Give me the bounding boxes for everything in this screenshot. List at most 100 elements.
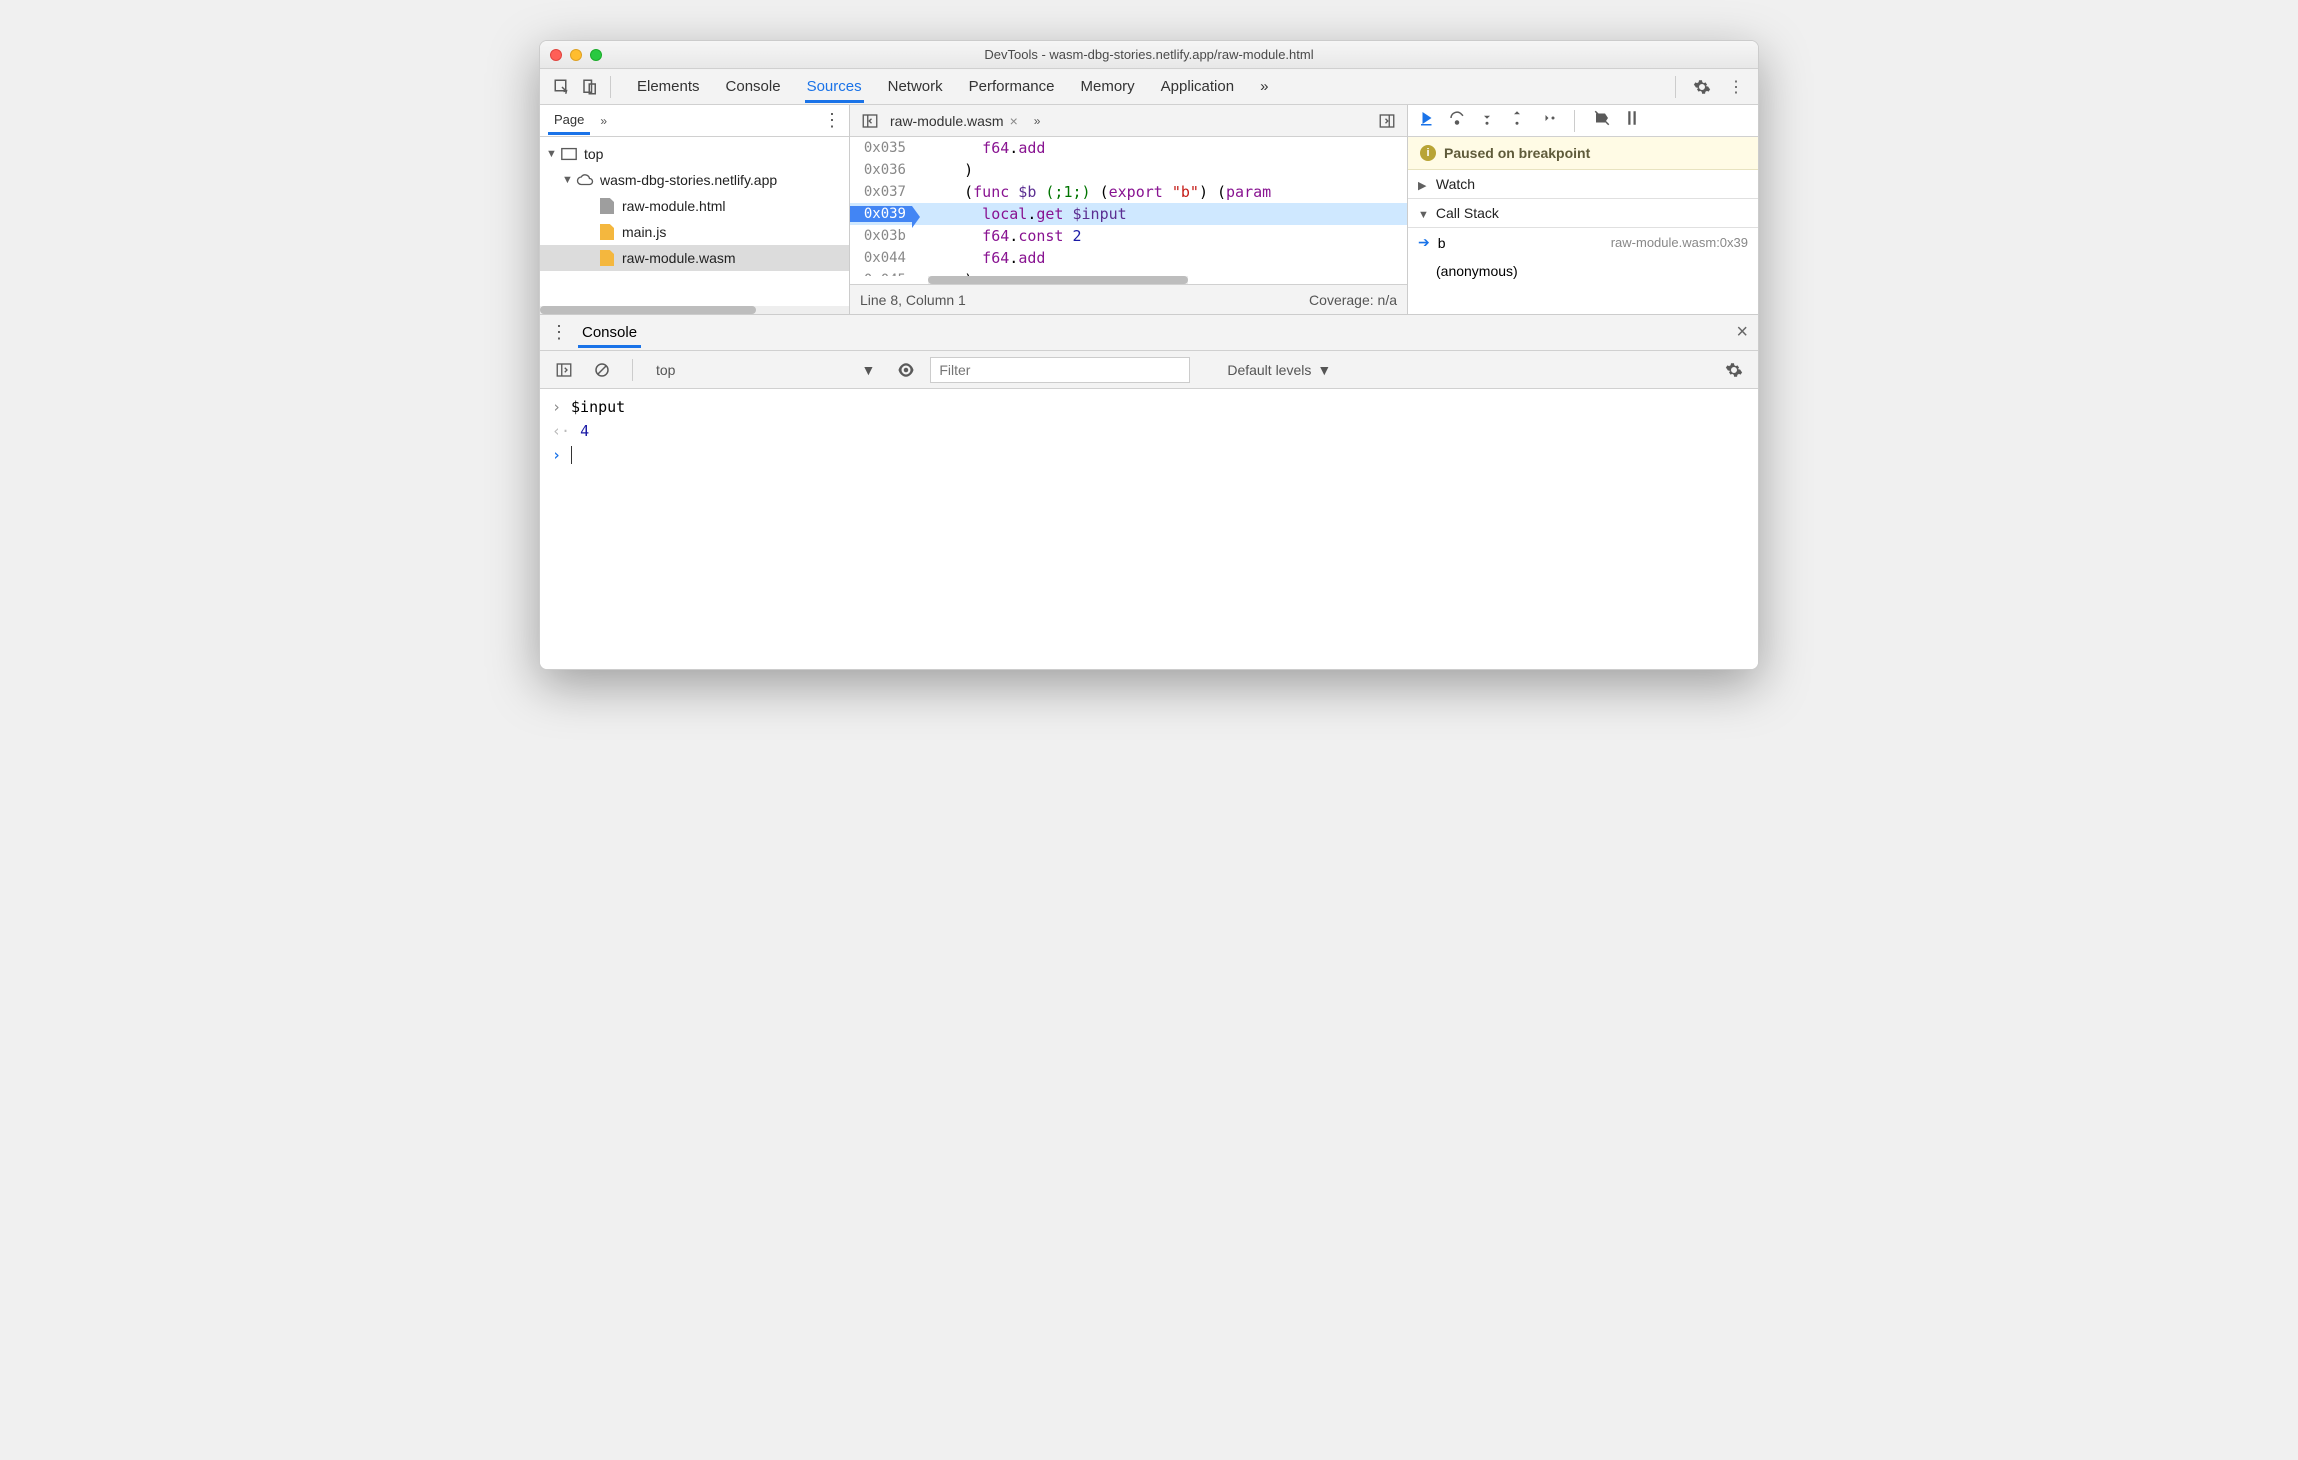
sources-panel: Page » ⋮ ▼ top ▼ wasm-dbg-stories.netlif… — [540, 105, 1758, 315]
tab-application[interactable]: Application — [1159, 70, 1236, 103]
step-icon[interactable] — [1538, 109, 1556, 132]
tab-console[interactable]: Console — [724, 70, 783, 103]
tab-performance[interactable]: Performance — [967, 70, 1057, 103]
tree-file[interactable]: main.js — [540, 219, 849, 245]
debugger-sidebar: i Paused on breakpoint ▶ Watch ▼ Call St… — [1408, 105, 1758, 314]
console-row: › $input — [540, 395, 1758, 419]
console-output[interactable]: › $input ‹· 4 › — [540, 389, 1758, 669]
window-title: DevTools - wasm-dbg-stories.netlify.app/… — [540, 47, 1758, 62]
file-icon — [598, 249, 616, 267]
filter-input[interactable] — [930, 357, 1190, 383]
gutter-address[interactable]: 0x03b — [850, 228, 912, 244]
code-text: ) — [912, 271, 973, 276]
tree-label: top — [584, 146, 603, 162]
gutter-address[interactable]: 0x045 — [850, 272, 912, 276]
input-marker-icon: › — [552, 398, 561, 416]
log-levels-selector[interactable]: Default levels ▼ — [1220, 358, 1338, 382]
tree-file[interactable]: raw-module.wasm — [540, 245, 849, 271]
file-tree: ▼ top ▼ wasm-dbg-stories.netlify.app raw… — [540, 137, 849, 306]
gutter-address[interactable]: 0x036 — [850, 162, 912, 178]
scrollbar[interactable] — [540, 306, 849, 314]
code-line[interactable]: 0x036 ) — [850, 159, 1407, 181]
settings-icon[interactable] — [1688, 73, 1716, 101]
step-out-icon[interactable] — [1508, 109, 1526, 132]
editor-overflow-icon[interactable]: » — [1034, 114, 1041, 128]
device-toggle-icon[interactable] — [576, 73, 604, 101]
frame-location: raw-module.wasm:0x39 — [1611, 235, 1748, 250]
watch-section[interactable]: ▶ Watch — [1408, 170, 1758, 199]
section-label: Call Stack — [1436, 205, 1499, 221]
console-sidebar-icon[interactable] — [550, 356, 578, 384]
code-text: f64.const 2 — [912, 227, 1082, 245]
tab-elements[interactable]: Elements — [635, 70, 702, 103]
cloud-icon — [576, 171, 594, 189]
divider — [610, 76, 611, 98]
console-settings-icon[interactable] — [1720, 356, 1748, 384]
callstack-frame[interactable]: (anonymous) — [1408, 257, 1758, 285]
tab-network[interactable]: Network — [886, 70, 945, 103]
toggle-navigator-icon[interactable] — [856, 107, 884, 135]
gutter-address[interactable]: 0x037 — [850, 184, 912, 200]
navigator-tabs: Page » ⋮ — [540, 105, 849, 137]
drawer-tab-console[interactable]: Console — [578, 317, 641, 348]
editor-tabbar: raw-module.wasm × » — [850, 105, 1407, 137]
prompt-marker-icon: › — [552, 446, 561, 464]
close-window-icon[interactable] — [550, 49, 562, 61]
minimize-window-icon[interactable] — [570, 49, 582, 61]
tabs-overflow-icon[interactable]: » — [1258, 70, 1270, 103]
code-line[interactable]: 0x03b f64.const 2 — [850, 225, 1407, 247]
inspect-element-icon[interactable] — [548, 73, 576, 101]
main-toolbar: Elements Console Sources Network Perform… — [540, 69, 1758, 105]
pause-exceptions-icon[interactable] — [1623, 109, 1641, 132]
code-editor[interactable]: 0x035 f64.add0x036 )0x037 (func $b (;1;)… — [850, 137, 1407, 276]
code-text: local.get $input — [912, 205, 1127, 223]
console-drawer: ⋮ Console × top ▼ Default levels ▼ › $in… — [540, 315, 1758, 669]
titlebar: DevTools - wasm-dbg-stories.netlify.app/… — [540, 41, 1758, 69]
paused-message: Paused on breakpoint — [1444, 145, 1590, 161]
clear-console-icon[interactable] — [588, 356, 616, 384]
navigator-overflow-icon[interactable]: » — [600, 114, 607, 128]
tab-sources[interactable]: Sources — [805, 70, 864, 103]
console-text: 4 — [580, 422, 589, 440]
cursor — [571, 446, 572, 464]
kebab-menu-icon[interactable]: ⋮ — [1722, 73, 1750, 101]
editor-tab[interactable]: raw-module.wasm × — [884, 113, 1024, 129]
navigator-tab-page[interactable]: Page — [548, 106, 590, 135]
live-expression-icon[interactable] — [892, 356, 920, 384]
zoom-window-icon[interactable] — [590, 49, 602, 61]
info-icon: i — [1420, 145, 1436, 161]
gutter-address[interactable]: 0x035 — [850, 140, 912, 156]
step-over-icon[interactable] — [1448, 109, 1466, 132]
resume-icon[interactable] — [1418, 109, 1436, 132]
context-label: top — [656, 362, 675, 378]
drawer-more-icon[interactable]: ⋮ — [550, 322, 568, 343]
gutter-address[interactable]: 0x039 — [850, 206, 912, 222]
toggle-debugger-icon[interactable] — [1373, 107, 1401, 135]
editor-status: Line 8, Column 1 Coverage: n/a — [850, 284, 1407, 314]
close-drawer-icon[interactable]: × — [1736, 321, 1748, 344]
tree-root[interactable]: ▼ top — [540, 141, 849, 167]
code-line[interactable]: 0x039 local.get $input — [850, 203, 1407, 225]
debugger-toolbar — [1408, 105, 1758, 137]
deactivate-breakpoints-icon[interactable] — [1593, 109, 1611, 132]
code-line[interactable]: 0x045 ) — [850, 269, 1407, 276]
code-line[interactable]: 0x037 (func $b (;1;) (export "b") (param — [850, 181, 1407, 203]
callstack-frame[interactable]: ➔ b raw-module.wasm:0x39 — [1408, 228, 1758, 257]
tree-file[interactable]: raw-module.html — [540, 193, 849, 219]
code-line[interactable]: 0x044 f64.add — [850, 247, 1407, 269]
step-into-icon[interactable] — [1478, 109, 1496, 132]
editor-pane: raw-module.wasm × » 0x035 f64.add0x036 )… — [850, 105, 1408, 314]
editor-tab-label: raw-module.wasm — [890, 113, 1004, 129]
frame-icon — [560, 145, 578, 163]
file-icon — [598, 197, 616, 215]
console-prompt[interactable]: › — [540, 443, 1758, 467]
scrollbar[interactable] — [928, 276, 1188, 284]
close-tab-icon[interactable]: × — [1010, 113, 1018, 129]
code-line[interactable]: 0x035 f64.add — [850, 137, 1407, 159]
gutter-address[interactable]: 0x044 — [850, 250, 912, 266]
tree-domain[interactable]: ▼ wasm-dbg-stories.netlify.app — [540, 167, 849, 193]
callstack-section[interactable]: ▼ Call Stack — [1408, 199, 1758, 228]
context-selector[interactable]: top ▼ — [649, 358, 882, 382]
navigator-more-icon[interactable]: ⋮ — [823, 110, 841, 131]
tab-memory[interactable]: Memory — [1079, 70, 1137, 103]
